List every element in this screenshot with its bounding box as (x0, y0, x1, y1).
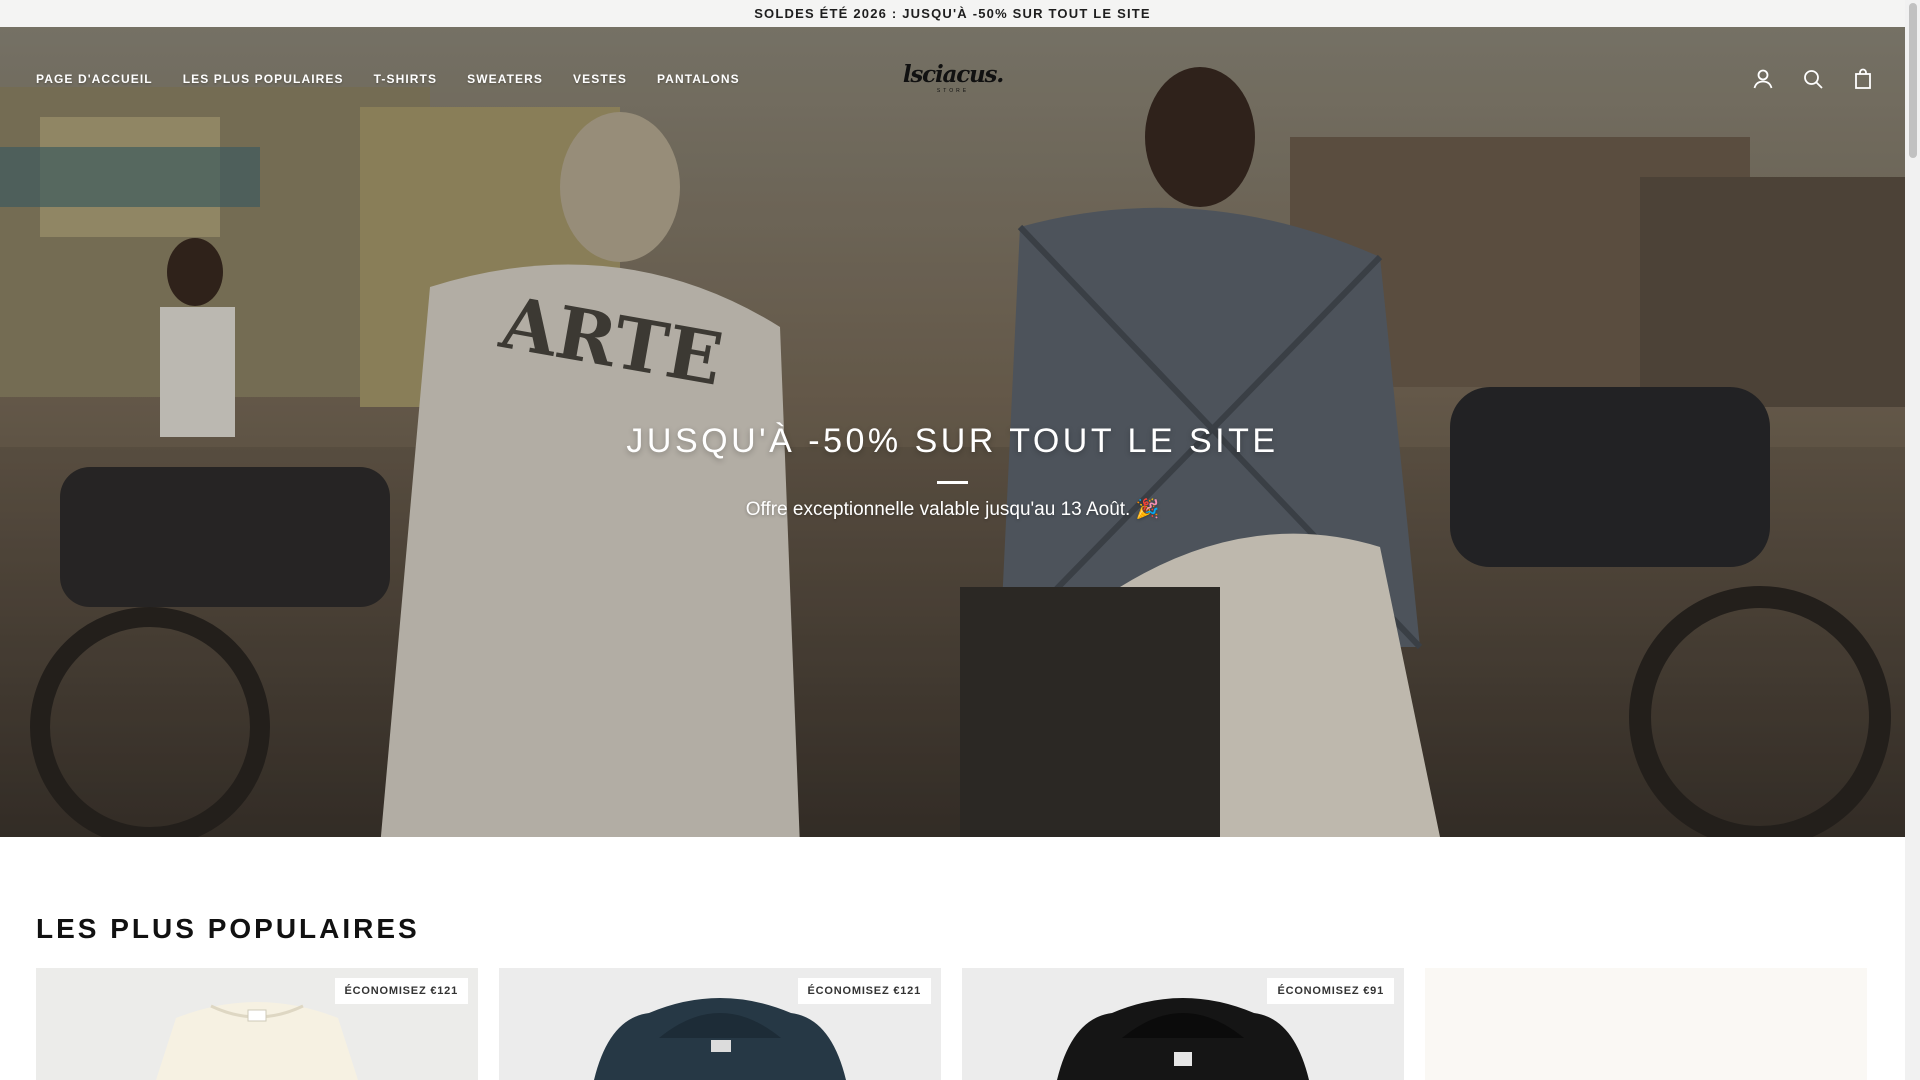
product-grid: ÉCONOMISEZ €121 ÉCONOMISEZ €121 ÉCONOMIS… (36, 968, 1867, 1080)
discount-badge: ÉCONOMISEZ €121 (797, 978, 931, 1004)
account-icon[interactable] (1751, 67, 1775, 91)
scrollbar-thumb[interactable] (1909, 3, 1917, 158)
section-title-popular: LES PLUS POPULAIRES (36, 913, 420, 944)
product-image-placeholder (1425, 968, 1867, 1080)
main-nav: PAGE D'ACCUEIL LES PLUS POPULAIRES T-SHI… (36, 27, 740, 131)
page-scrollbar[interactable] (1905, 0, 1920, 1080)
site-header: PAGE D'ACCUEIL LES PLUS POPULAIRES T-SHI… (0, 27, 1905, 131)
search-icon[interactable] (1801, 67, 1825, 91)
hero-banner: ARTE JUSQU'À -50% SUR TOUT LE SITE Offre… (0, 27, 1905, 837)
nav-item-pants[interactable]: PANTALONS (657, 72, 740, 86)
logo-subtext: STORE (936, 88, 970, 94)
cart-icon[interactable] (1851, 67, 1875, 91)
nav-item-jackets[interactable]: VESTES (573, 72, 627, 86)
nav-item-home[interactable]: PAGE D'ACCUEIL (36, 72, 153, 86)
site-logo[interactable]: lsciacus. STORE (903, 63, 1004, 99)
hero-subtitle: Offre exceptionnelle valable jusqu'au 13… (745, 499, 1160, 520)
header-actions (1751, 27, 1875, 131)
logo-text: lsciacus. (902, 61, 1004, 88)
hero-divider (937, 481, 968, 484)
announcement-text: SOLDES ÉTÉ 2026 : JUSQU'À -50% SUR TOUT … (754, 6, 1151, 21)
announcement-bar: SOLDES ÉTÉ 2026 : JUSQU'À -50% SUR TOUT … (0, 0, 1905, 27)
product-card[interactable]: ÉCONOMISEZ €121 (36, 968, 478, 1080)
hero-content: JUSQU'À -50% SUR TOUT LE SITE Offre exce… (0, 422, 1905, 521)
nav-item-tshirts[interactable]: T-SHIRTS (374, 72, 437, 86)
product-card[interactable]: ÉCONOMISEZ €91 (962, 968, 1404, 1080)
product-card[interactable] (1425, 968, 1867, 1080)
hero-title: JUSQU'À -50% SUR TOUT LE SITE (626, 422, 1279, 460)
product-card[interactable]: ÉCONOMISEZ €121 (499, 968, 941, 1080)
nav-item-popular[interactable]: LES PLUS POPULAIRES (183, 72, 344, 86)
discount-badge: ÉCONOMISEZ €121 (334, 978, 468, 1004)
nav-item-sweaters[interactable]: SWEATERS (467, 72, 543, 86)
discount-badge: ÉCONOMISEZ €91 (1267, 978, 1394, 1004)
